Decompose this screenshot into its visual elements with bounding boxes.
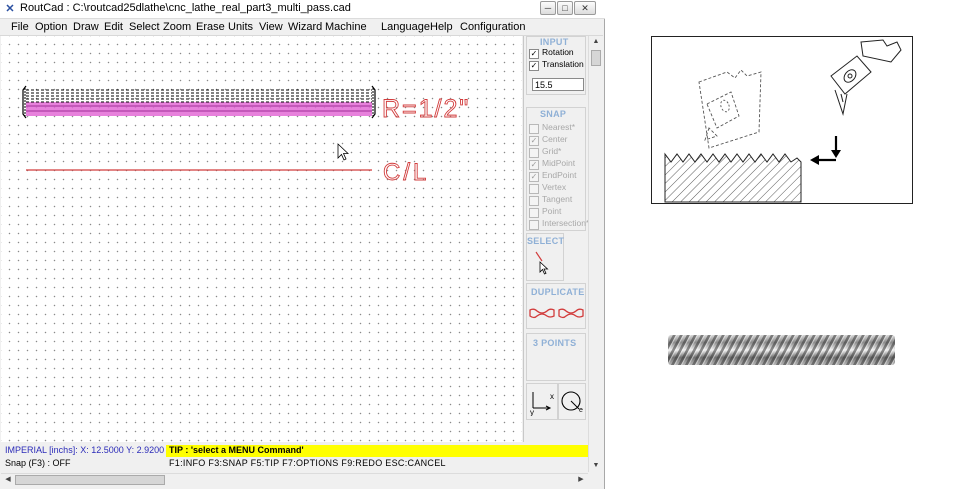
menu-units[interactable]: Units [228,21,253,33]
scroll-down-icon[interactable]: ▼ [590,460,602,472]
vertex-checkbox[interactable] [529,184,539,194]
menu-language[interactable]: Language [381,21,430,33]
axis-icon: x y [530,392,554,416]
menu-help[interactable]: Help [430,21,453,33]
threaded-rod-photo [668,335,895,365]
translation-checkbox[interactable]: ✓ [529,61,539,71]
menu-draw[interactable]: Draw [73,21,99,33]
endpoint-checkbox[interactable]: ✓ [529,172,539,182]
svg-text:x: x [550,392,554,401]
menu-machine[interactable]: Machine [325,21,367,33]
select-title: SELECT [527,236,565,246]
coordinates-readout: IMPERIAL [inchs]: X: 12.5000 Y: 2.9200 [5,445,165,455]
grid-label: Grid* [542,146,562,156]
center-checkbox[interactable]: ✓ [529,136,539,146]
menu-edit[interactable]: Edit [104,21,123,33]
centerline-label: C/L [383,159,429,186]
intersection-label: Intersection* [542,218,590,228]
vertex-label: Vertex [542,182,567,192]
svg-text:e: e [579,407,583,414]
drawing-canvas[interactable]: R=1/2" C/L [1,36,522,442]
rotation-checkbox[interactable]: ✓ [529,49,539,59]
minimize-icon[interactable]: ─ [540,1,556,15]
input-value-field[interactable]: 15.5 [532,78,584,91]
tangent-checkbox[interactable] [529,196,539,206]
scroll-left-icon[interactable]: ◀ [2,474,14,486]
center-label: Center [542,134,568,144]
tip-bar: TIP : 'select a MENU Command' [166,445,588,457]
nearest-label: Nearest* [542,122,576,132]
menu-configuration[interactable]: Configuration [460,21,525,33]
point-label: Point [542,206,562,216]
midpoint-checkbox[interactable]: ✓ [529,160,539,170]
menu-option[interactable]: Option [35,21,67,33]
midpoint-label: MidPoint [542,158,576,168]
menu-select[interactable]: Select [129,21,160,33]
select-pointer-icon [535,251,549,275]
point-checkbox[interactable] [529,208,539,218]
thread-cutting-diagram [651,36,913,204]
intersection-checkbox[interactable] [529,220,539,230]
vertical-scrollbar[interactable]: ▲ ▼ [588,36,603,472]
grid-checkbox[interactable] [529,148,539,158]
part-profile[interactable] [26,102,372,116]
translation-label: Translation [542,59,584,69]
maximize-icon[interactable]: □ [557,1,573,15]
endpoint-label: EndPoint [542,170,577,180]
scroll-right-icon[interactable]: ▶ [575,474,587,486]
scroll-up-icon[interactable]: ▲ [590,36,602,48]
duplicate-title: DUPLICATE [531,287,585,297]
routcad-icon[interactable]: ✕ [4,3,16,15]
horizontal-scroll-thumb[interactable] [15,475,165,485]
menu-bar: File Option Draw Edit Select Zoom Erase … [0,19,603,36]
duplicate-shapes-icon [529,308,584,319]
horizontal-scrollbar[interactable]: ◀ ▶ [1,473,588,487]
lathe-part-drawing[interactable] [22,85,376,119]
routcad-window: ✕ RoutCad : C:\routcad25dlathe\cnc_lathe… [0,0,605,489]
window-title: RoutCad : C:\routcad25dlathe\cnc_lathe_r… [20,2,351,14]
rotation-label: Rotation [542,47,574,57]
menu-erase[interactable]: Erase [196,21,225,33]
mouse-cursor-icon [337,143,350,161]
title-bar: ✕ RoutCad : C:\routcad25dlathe\cnc_lathe… [0,0,605,19]
menu-file[interactable]: File [11,21,29,33]
tangent-label: Tangent [542,194,573,204]
tip-text: TIP : 'select a MENU Command' [169,445,304,455]
vertical-scroll-thumb[interactable] [591,50,601,66]
snap-status: Snap (F3) : OFF [5,458,71,468]
shortcut-keys: F1:INFO F3:SNAP F5:TIP F7:OPTIONS F9:RED… [169,458,446,468]
close-icon[interactable]: ✕ [574,1,596,15]
tool-panel: INPUT ✓ Rotation ✓ Translation 15.5 SNAP… [523,36,590,442]
menu-zoom[interactable]: Zoom [163,21,191,33]
origin-circle-icon: e [561,391,583,414]
menu-wizard[interactable]: Wizard [288,21,322,33]
status-area: IMPERIAL [inchs]: X: 12.5000 Y: 2.9200 S… [1,444,588,472]
menu-view[interactable]: View [259,21,283,33]
nearest-checkbox[interactable] [529,124,539,134]
svg-text:y: y [530,408,534,416]
radius-label: R=1/2" [382,95,470,123]
